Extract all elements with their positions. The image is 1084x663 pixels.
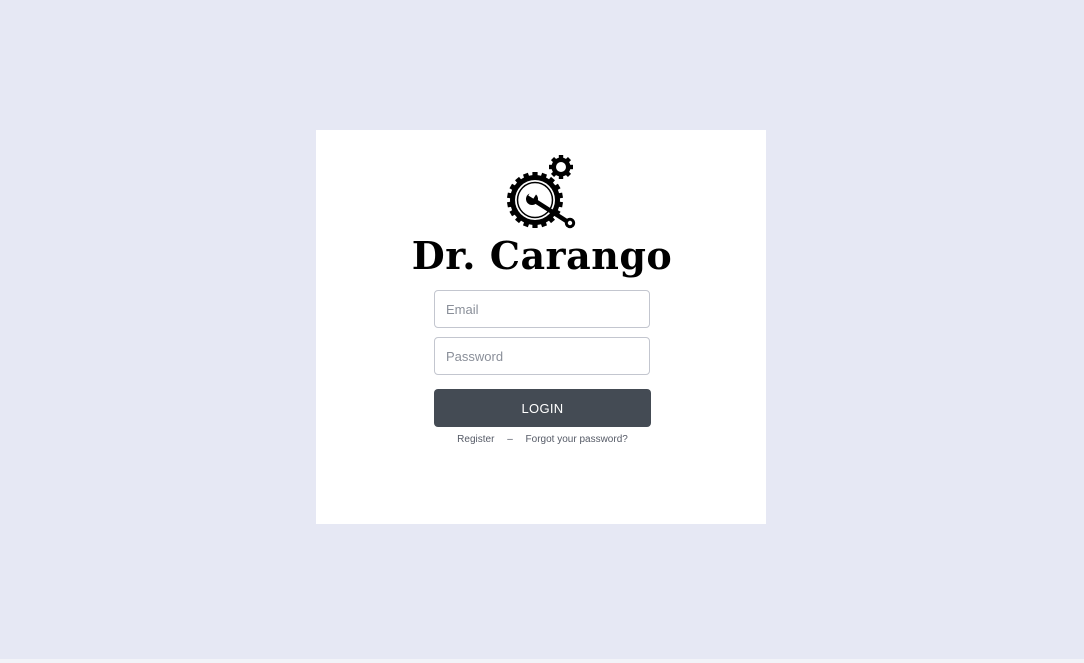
links-separator: – xyxy=(507,434,513,445)
password-field[interactable] xyxy=(434,337,650,375)
page: Dr. Carango LOGIN Register – Forgot your… xyxy=(0,0,1084,663)
brand-title: Dr. Carango xyxy=(411,233,673,278)
register-link[interactable]: Register xyxy=(457,434,494,445)
gears-wrench-icon xyxy=(506,155,576,229)
forgot-password-link[interactable]: Forgot your password? xyxy=(526,434,628,445)
bottom-strip xyxy=(0,659,1084,663)
auth-links: Register – Forgot your password? xyxy=(434,434,651,445)
login-button[interactable]: LOGIN xyxy=(434,389,651,427)
email-field[interactable] xyxy=(434,290,650,328)
